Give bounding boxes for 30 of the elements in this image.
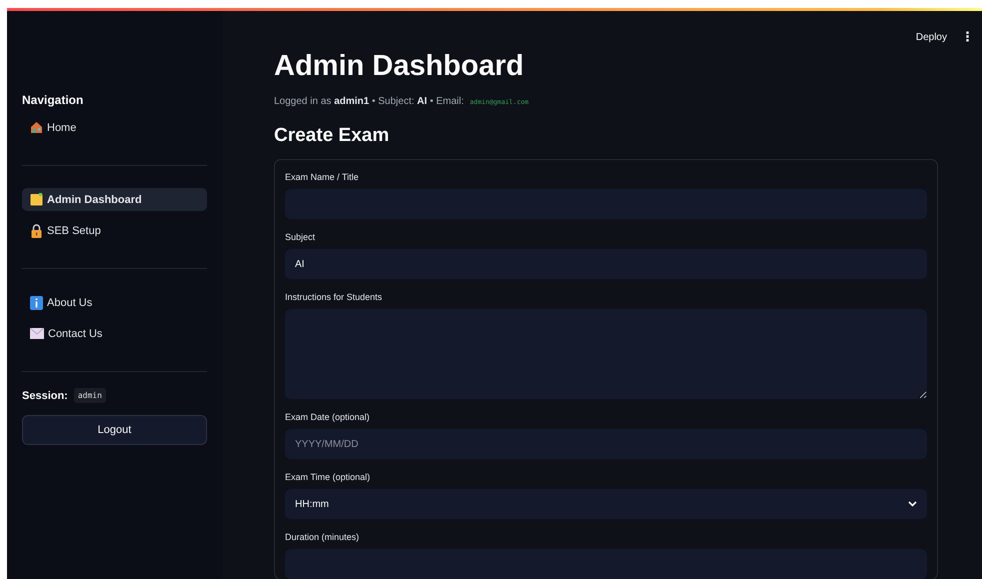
section-heading: Create Exam [274, 125, 390, 147]
time-select[interactable]: HH:mm [285, 489, 927, 519]
page-title: Admin Dashboard [274, 49, 525, 84]
login-info: Logged in as admin1 • Subject: AI • Email: [274, 96, 464, 107]
lock-icon [30, 224, 43, 238]
nav-item[interactable]: SEB Setup [22, 219, 207, 242]
input-field[interactable]: YYYY/MM/DD [285, 429, 927, 459]
info-icon [30, 296, 43, 310]
field-label: Duration (minutes) [285, 532, 360, 542]
chevron-down-icon [908, 501, 917, 507]
session-label: Session: [22, 390, 68, 402]
envelope-icon [30, 328, 44, 339]
deploy-button[interactable]: Deploy [916, 32, 947, 43]
text-area[interactable] [285, 309, 927, 399]
logout-button[interactable]: Logout [22, 415, 207, 445]
nav-item[interactable]: Home [22, 116, 207, 139]
field-label: Exam Time (optional) [285, 472, 372, 482]
input-field[interactable]: AI [285, 249, 927, 279]
nav-item[interactable]: Admin Dashboard [22, 188, 207, 211]
field-label: Exam Name / Title [285, 172, 360, 182]
nav-item[interactable]: About Us [22, 291, 207, 314]
navigation-heading: Navigation [22, 93, 84, 107]
field-label: Exam Date (optional) [285, 412, 371, 422]
field-label: Instructions for Students [285, 292, 384, 302]
house-icon [30, 121, 43, 134]
field-label: Subject [285, 232, 316, 242]
nav-item[interactable]: Contact Us [22, 322, 207, 345]
note-icon [30, 193, 43, 206]
session-value: admin [74, 388, 106, 403]
menu-button[interactable]: ⋮ [961, 30, 974, 45]
